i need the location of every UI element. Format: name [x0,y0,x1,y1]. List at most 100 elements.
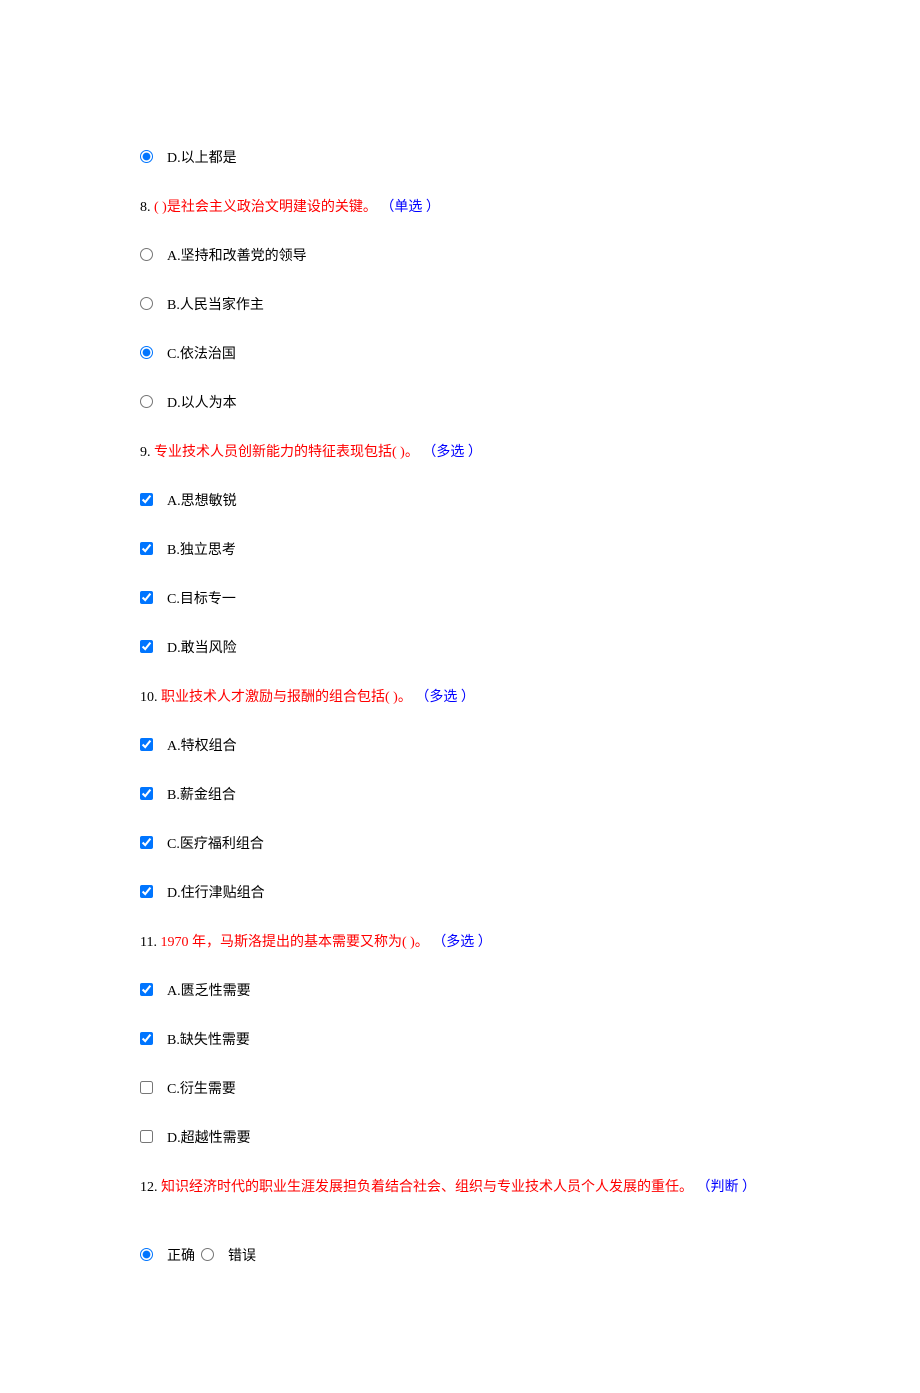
option-text: 医疗福利组合 [180,837,264,852]
option-label: C.医疗福利组合 [167,834,264,855]
option-checkbox[interactable] [140,542,153,555]
option-checkbox[interactable] [140,1130,153,1143]
option-radio[interactable] [140,346,153,359]
option-letter: D. [167,151,181,166]
option-text: 以人为本 [181,396,237,411]
option-row: C.目标专一 [140,589,780,610]
option-row: B.缺失性需要 [140,1030,780,1051]
option-radio[interactable] [140,1248,153,1261]
option-checkbox[interactable] [140,1081,153,1094]
question-number: 8. [140,200,154,215]
question-type-label: （多选 ） [415,690,475,705]
option-label: B.薪金组合 [167,785,236,806]
option-letter: B. [167,788,180,803]
option-text: 错误 [228,1249,256,1264]
option-label: A.思想敏锐 [167,491,237,512]
option-text: 正确 [167,1249,195,1264]
option-row: C.衍生需要 [140,1079,780,1100]
question-number: 11. [140,935,160,950]
option-label: D.敢当风险 [167,638,237,659]
option-radio[interactable] [140,395,153,408]
question-type-label: （判断 ） [697,1180,757,1195]
question-block: D.以上都是 [140,148,780,169]
option-letter: A. [167,739,181,754]
question-text: ( )是社会主义政治文明建设的关键。 [154,200,377,215]
option-label: C.依法治国 [167,344,236,365]
option-text: 坚持和改善党的领导 [181,249,307,264]
option-checkbox[interactable] [140,738,153,751]
option-label: D.超越性需要 [167,1128,251,1149]
question-block: 12. 知识经济时代的职业生涯发展担负着结合社会、组织与专业技术人员个人发展的重… [140,1177,780,1295]
option-label: C.衍生需要 [167,1079,236,1100]
option-row: B.独立思考 [140,540,780,561]
question-text: 知识经济时代的职业生涯发展担负着结合社会、组织与专业技术人员个人发展的重任。 [161,1180,693,1195]
option-text: 目标专一 [180,592,236,607]
option-label: A.特权组合 [167,736,237,757]
option-letter: C. [167,1082,180,1097]
question-block: 9. 专业技术人员创新能力的特征表现包括( )。 （多选 ） A.思想敏锐 B.独立… [140,442,780,659]
question-prompt: 10. 职业技术人才激励与报酬的组合包括( )。 （多选 ） [140,687,780,708]
question-prompt: 9. 专业技术人员创新能力的特征表现包括( )。 （多选 ） [140,442,780,463]
option-checkbox[interactable] [140,983,153,996]
option-letter: D. [167,886,181,901]
option-row: 错误 [201,1246,256,1267]
option-checkbox[interactable] [140,591,153,604]
question-block: 10. 职业技术人才激励与报酬的组合包括( )。 （多选 ） A.特权组合 B.薪金… [140,687,780,904]
option-checkbox[interactable] [140,1032,153,1045]
option-radio[interactable] [140,150,153,163]
option-row: C.医疗福利组合 [140,834,780,855]
option-row: D.以人为本 [140,393,780,414]
question-type-label: （单选 ） [380,200,440,215]
option-row: B.薪金组合 [140,785,780,806]
option-label: 正确 [167,1246,195,1267]
question-number: 10. [140,690,161,705]
option-label: A.匮乏性需要 [167,981,251,1002]
option-label: D.以人为本 [167,393,237,414]
option-letter: B. [167,543,180,558]
option-radio[interactable] [201,1248,214,1261]
question-prompt: 8. ( )是社会主义政治文明建设的关键。 （单选 ） [140,197,780,218]
option-checkbox[interactable] [140,640,153,653]
option-letter: B. [167,298,180,313]
option-row: D.以上都是 [140,148,780,169]
option-label: B.缺失性需要 [167,1030,250,1051]
option-label: D.住行津贴组合 [167,883,265,904]
option-row: A.思想敏锐 [140,491,780,512]
option-row: D.敢当风险 [140,638,780,659]
option-row: 正确 [140,1246,195,1267]
option-row: B.人民当家作主 [140,295,780,316]
option-letter: A. [167,984,181,999]
option-row: C.依法治国 [140,344,780,365]
option-text: 人民当家作主 [180,298,264,313]
option-row: A.坚持和改善党的领导 [140,246,780,267]
option-label: C.目标专一 [167,589,236,610]
option-row: D.超越性需要 [140,1128,780,1149]
question-text: 专业技术人员创新能力的特征表现包括( )。 [154,445,419,460]
option-checkbox[interactable] [140,493,153,506]
option-label: B.人民当家作主 [167,295,264,316]
question-prompt: 11. 1970 年，马斯洛提出的基本需要又称为( )。 （多选 ） [140,932,780,953]
option-radio[interactable] [140,297,153,310]
option-letter: A. [167,249,181,264]
option-checkbox[interactable] [140,885,153,898]
option-label: A.坚持和改善党的领导 [167,246,307,267]
option-letter: D. [167,1131,181,1146]
question-prompt: 12. 知识经济时代的职业生涯发展担负着结合社会、组织与专业技术人员个人发展的重… [140,1177,780,1198]
option-letter: C. [167,347,180,362]
option-label: 错误 [228,1246,256,1267]
question-number: 9. [140,445,154,460]
option-text: 思想敏锐 [181,494,237,509]
option-label: B.独立思考 [167,540,236,561]
option-radio[interactable] [140,248,153,261]
option-label: D.以上都是 [167,148,237,169]
option-checkbox[interactable] [140,787,153,800]
option-checkbox[interactable] [140,836,153,849]
option-text: 敢当风险 [181,641,237,656]
option-letter: A. [167,494,181,509]
question-block: 8. ( )是社会主义政治文明建设的关键。 （单选 ） A.坚持和改善党的领导 B.… [140,197,780,414]
option-text: 超越性需要 [181,1131,251,1146]
option-text: 特权组合 [181,739,237,754]
option-letter: C. [167,837,180,852]
option-text: 以上都是 [181,151,237,166]
option-text: 衍生需要 [180,1082,236,1097]
